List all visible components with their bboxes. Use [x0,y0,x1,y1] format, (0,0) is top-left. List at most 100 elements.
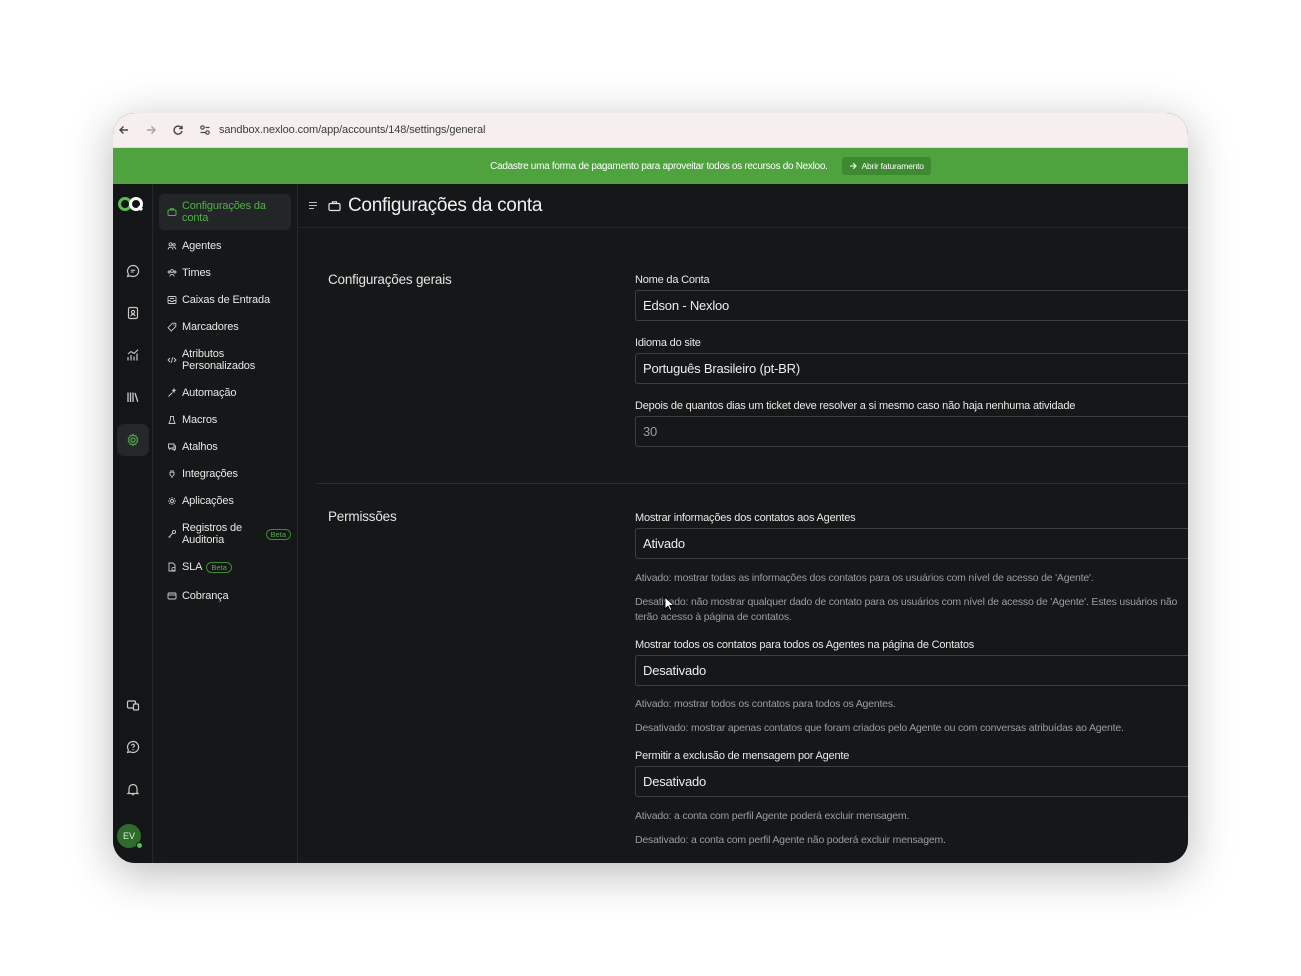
sidebar-item-account-settings[interactable]: Configurações da conta [159,194,291,230]
sidebar-item-label: Atalhos [182,441,218,453]
sidebar-item-label: Caixas de Entrada [182,294,270,306]
help-icon[interactable] [117,731,149,763]
sidebar-item-label: Agentes [182,240,222,252]
contacts-icon[interactable] [117,297,149,329]
code-icon [166,355,178,365]
contact-info-value: Ativado [643,536,685,551]
sidebar-item-label: Configurações da conta [182,200,266,224]
url-text: sandbox.nexloo.com/app/accounts/148/sett… [219,124,486,136]
tag-icon [166,322,178,332]
menu-icon[interactable] [308,201,320,210]
sidebar-item-label: SLA [182,561,203,573]
contact-info-help-on: Ativado: mostrar todas as informações do… [635,572,1094,584]
arrow-right-icon [849,162,857,170]
all-contacts-help-on: Ativado: mostrar todos os contatos para … [635,698,896,710]
open-billing-button[interactable]: Abrir faturamento [841,157,931,175]
forward-icon[interactable] [137,113,164,148]
apps-icon [166,496,178,506]
sidebar-item-label: Atributos Personalizados [182,348,256,372]
sidebar-item-integrations[interactable]: Integrações [159,467,291,481]
automation-icon [166,388,178,398]
key-icon [166,529,178,539]
chat-shortcut-icon [166,442,178,452]
auto-resolve-input[interactable]: 30 [635,416,1188,447]
switch-account-icon[interactable] [117,689,149,721]
sidebar-item-applications[interactable]: Aplicações [159,494,291,508]
plug-icon [166,469,178,479]
billing-banner: Cadastre uma forma de pagamento para apr… [113,148,1188,184]
avatar-initials: EV [122,831,135,841]
macro-icon [166,415,178,425]
briefcase-icon [166,207,178,217]
contact-info-label: Mostrar informações dos contatos aos Age… [635,512,856,524]
sla-icon [166,562,178,572]
all-contacts-label: Mostrar todos os contatos para todos os … [635,639,975,651]
sidebar-item-label: Registros de Auditoria [182,522,242,546]
section-divider [316,483,1188,484]
delete-message-value: Desativado [643,774,707,789]
open-billing-label: Abrir faturamento [861,161,924,171]
sidebar-item-custom-attributes[interactable]: Atributos Personalizados [159,347,291,373]
address-bar[interactable]: sandbox.nexloo.com/app/accounts/148/sett… [197,122,485,138]
all-contacts-help-off: Desativado: mostrar apenas contatos que … [635,722,1124,734]
notifications-icon[interactable] [117,773,149,805]
online-status-dot [136,842,143,849]
app-window: sandbox.nexloo.com/app/accounts/148/sett… [113,113,1188,863]
account-name-input[interactable]: Edson - Nexloo [635,290,1188,321]
language-value: Português Brasileiro (pt-BR) [643,361,800,376]
auto-resolve-label: Depois de quantos dias um ticket deve re… [635,400,1076,412]
sidebar-item-audit-logs[interactable]: Registros de Auditoria Beta [159,521,291,547]
banner-message: Cadastre uma forma de pagamento para apr… [490,160,828,172]
account-name-label: Nome da Conta [635,274,710,286]
section-title-permissions: Permissões [328,509,397,524]
sidebar-item-sla[interactable]: SLA Beta [159,560,291,574]
sidebar-item-billing[interactable]: Cobrança [159,589,291,603]
sidebar-item-label: Macros [182,414,218,426]
settings-sidebar: Configurações da conta Agentes Times Cai… [153,184,298,863]
sidebar-item-automation[interactable]: Automação [159,386,291,400]
sidebar-item-labels[interactable]: Marcadores [159,320,291,334]
auto-resolve-value: 30 [643,424,658,439]
sidebar-item-macros[interactable]: Macros [159,413,291,427]
sidebar-item-label: Integrações [182,468,238,480]
sidebar-item-label: Marcadores [182,321,239,333]
inbox-icon [166,295,178,305]
user-avatar[interactable]: EV [117,824,143,849]
all-contacts-value: Desativado [643,663,707,678]
sidebar-item-inboxes[interactable]: Caixas de Entrada [159,293,291,307]
sidebar-item-label: Cobrança [182,590,229,602]
page-title: Configurações da conta [348,194,543,216]
language-label: Idioma do site [635,337,701,349]
reload-icon[interactable] [164,113,191,148]
library-icon[interactable] [117,381,149,413]
back-icon[interactable] [113,113,137,148]
primary-nav-rail: EV [113,184,153,863]
delete-message-help-on: Ativado: a conta com perfil Agente poder… [635,810,910,822]
mouse-pointer-icon [664,595,676,617]
section-title-general: Configurações gerais [328,272,452,287]
team-icon [166,268,178,278]
site-settings-icon[interactable] [197,122,213,138]
beta-badge: Beta [206,561,232,573]
all-contacts-select[interactable]: Desativado [635,655,1188,686]
sidebar-item-canned-responses[interactable]: Atalhos [159,440,291,454]
page-header: Configurações da conta [298,184,1188,228]
delete-message-help-off: Desativado: a conta com perfil Agente nã… [635,834,946,846]
sidebar-item-label: Automação [182,387,237,399]
conversations-icon[interactable] [117,255,149,287]
sidebar-item-agents[interactable]: Agentes [159,239,291,253]
reports-icon[interactable] [117,339,149,371]
sidebar-item-label: Aplicações [182,495,234,507]
delete-message-label: Permitir a exclusão de mensagem por Agen… [635,750,850,762]
contact-info-select[interactable]: Ativado [635,528,1188,559]
sidebar-item-teams[interactable]: Times [159,266,291,280]
nexloo-logo[interactable] [117,194,145,214]
billing-icon [166,591,178,601]
language-select[interactable]: Português Brasileiro (pt-BR) [635,353,1188,384]
delete-message-select[interactable]: Desativado [635,766,1188,797]
settings-icon[interactable] [117,424,149,456]
browser-toolbar: sandbox.nexloo.com/app/accounts/148/sett… [113,113,1188,148]
sidebar-item-label: Times [182,267,211,279]
main-content: Configurações da conta Configurações ger… [298,184,1188,863]
contact-info-help-off: Desativado: não mostrar qualquer dado de… [635,596,1178,623]
